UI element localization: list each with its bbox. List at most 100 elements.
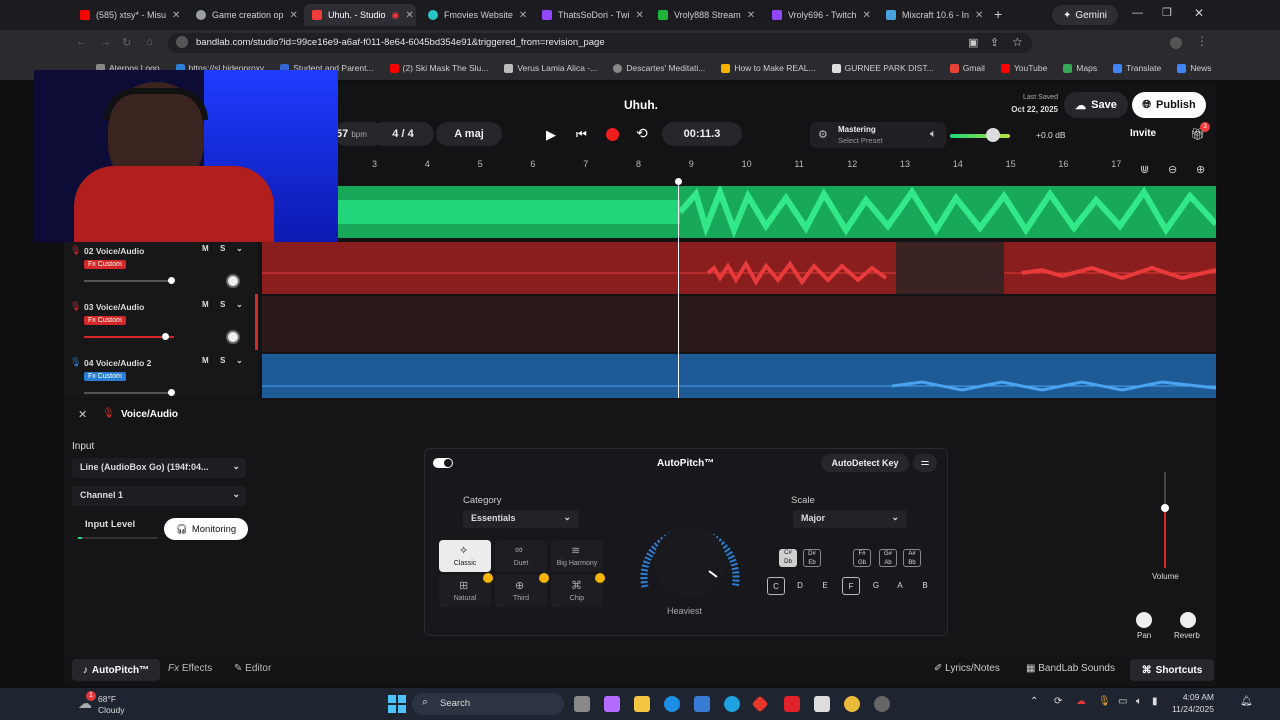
mastering-button[interactable]: ⚙ Mastering Select Preset (810, 122, 946, 148)
notifications-bell-icon[interactable]: 🔔︎ (1240, 696, 1253, 707)
pan-knob[interactable] (1136, 612, 1152, 628)
new-tab-icon[interactable]: + (994, 6, 1002, 22)
bookmark-star-icon[interactable]: ☆ (1012, 35, 1023, 49)
autodetect-key-button[interactable]: AutoDetect Key (821, 454, 909, 472)
key-g-sharp[interactable]: G# Ab (879, 549, 897, 567)
style-natural-button[interactable]: ⊞ Natural (439, 573, 493, 607)
close-tab-icon[interactable]: ✕ (519, 10, 527, 21)
tab-twitch-dori[interactable]: ThatsSoDori - Twi ✕ (534, 4, 646, 26)
close-tab-icon[interactable]: ✕ (405, 10, 413, 21)
scale-select[interactable]: Major ⌄ (793, 510, 907, 528)
key-g[interactable]: G (867, 577, 885, 595)
clock-time[interactable]: 4:09 AM (1162, 692, 1214, 702)
close-tab-icon[interactable]: ✕ (747, 10, 755, 21)
style-third-button[interactable]: ⊕ Third (495, 573, 549, 607)
key-field[interactable]: A maj (436, 122, 502, 146)
solo-button[interactable]: S (220, 300, 225, 309)
solo-button[interactable]: S (220, 244, 225, 253)
mute-button[interactable]: M (202, 356, 209, 365)
record-icon[interactable] (606, 128, 619, 141)
clock-date[interactable]: 11/24/2025 (1156, 704, 1214, 714)
profile-avatar[interactable] (1170, 37, 1182, 49)
close-tab-icon[interactable]: ✕ (863, 10, 871, 21)
chevron-down-icon[interactable]: ⌄ (236, 300, 243, 309)
notes-app-icon[interactable] (814, 696, 830, 712)
key-d[interactable]: D (791, 577, 809, 595)
play-icon[interactable]: ▶ (546, 127, 556, 143)
track-02-region[interactable] (262, 242, 1217, 294)
chrome-icon[interactable] (844, 696, 860, 712)
back-icon[interactable]: ← (76, 36, 87, 48)
edge-icon[interactable] (664, 696, 680, 712)
key-a[interactable]: A (891, 577, 909, 595)
task-view-icon[interactable] (574, 696, 590, 712)
project-title[interactable]: Uhuh. (624, 98, 658, 112)
track-01-region[interactable] (336, 183, 1219, 239)
speaker-icon[interactable]: 🔈︎ (930, 128, 937, 141)
tab-mixcraft[interactable]: Mixcraft 10.6 - In ✕ (878, 4, 990, 26)
playhead[interactable] (678, 180, 679, 398)
bookmark-item[interactable]: Verus Lamia Alica -... (504, 63, 597, 73)
tab-vroly888[interactable]: Vroly888 Stream ✕ (650, 4, 762, 26)
track-volume-fader[interactable] (84, 277, 175, 284)
close-tab-icon[interactable]: ✕ (635, 10, 643, 21)
track-03-lane[interactable] (262, 296, 1216, 352)
bookmark-item[interactable]: YouTube (1000, 63, 1047, 73)
fx-custom-badge[interactable]: Fx Custom (84, 260, 126, 269)
timeline-ruler[interactable]: 3 4 5 6 7 8 9 10 11 12 13 14 15 16 17 (336, 155, 1156, 175)
bookmark-item[interactable]: (2) Ski Mask The Slu... (389, 63, 488, 73)
forward-icon[interactable]: → (100, 36, 111, 48)
close-panel-icon[interactable]: ✕ (78, 408, 87, 421)
recording-app-icon[interactable] (874, 696, 890, 712)
key-c[interactable]: C (767, 577, 785, 595)
shortcuts-button[interactable]: ⌘ Shortcuts (1130, 659, 1214, 681)
playhead-handle[interactable] (675, 178, 682, 185)
tab-editor[interactable]: ✎ Editor (234, 663, 271, 674)
input-device-select[interactable]: Line (AudioBox Go) (194f:04... ⌄ (72, 458, 246, 478)
tray-sync-icon[interactable]: ⟳ (1054, 696, 1062, 707)
bookmark-item[interactable]: Translate (1113, 63, 1161, 73)
tab-fmovies[interactable]: Fmovies Website ✕ (420, 4, 532, 26)
key-e[interactable]: E (816, 577, 834, 595)
key-c-sharp[interactable]: C# Db (779, 549, 797, 567)
master-volume-knob[interactable] (986, 128, 1000, 142)
loop-icon[interactable]: ⟲ (636, 125, 648, 142)
invite-button[interactable]: Invite (1130, 128, 1156, 139)
wifi-icon[interactable]: ▭ (1118, 696, 1127, 707)
close-tab-icon[interactable]: ✕ (290, 10, 298, 21)
style-big-harmony-button[interactable]: ≋ Big Harmony (551, 540, 603, 572)
mute-button[interactable]: M (202, 244, 209, 253)
tray-cloud-icon[interactable]: ☁ (1076, 696, 1086, 707)
style-duet-button[interactable]: ∞ Duet (495, 540, 547, 572)
solo-button[interactable]: S (220, 356, 225, 365)
key-a-sharp[interactable]: A# Bb (903, 549, 921, 567)
tray-mic-icon[interactable]: 🎙︎ (1098, 696, 1111, 707)
bookmark-item[interactable]: Descartes' Meditati... (613, 63, 705, 73)
save-button[interactable]: ☁ Save (1064, 92, 1128, 118)
track-04-region[interactable] (262, 354, 1217, 398)
volume-icon[interactable]: 🔈︎ (1136, 696, 1142, 707)
site-info-icon[interactable] (176, 36, 188, 48)
reload-icon[interactable]: ↻ (122, 36, 131, 49)
tab-effects[interactable]: Fx Effects (168, 663, 212, 674)
snap-magnet-icon[interactable]: ⋓ (1140, 163, 1149, 176)
tab-bandlab-studio[interactable]: Uhuh. - Studio ◉ ✕ (304, 4, 416, 26)
maximize-icon[interactable]: ❐ (1162, 6, 1172, 19)
fader-handle[interactable] (168, 277, 175, 284)
close-tab-icon[interactable]: ✕ (975, 10, 983, 21)
install-app-icon[interactable]: ▣ (968, 36, 978, 49)
fader-handle[interactable] (162, 333, 169, 340)
app-icon[interactable] (724, 696, 740, 712)
reverb-knob[interactable] (1180, 612, 1196, 628)
track-header-04[interactable]: 🎙︎ 04 Voice/Audio 2 Fx Custom M S ⌄ (64, 350, 258, 406)
key-d-sharp[interactable]: D# Eb (803, 549, 821, 567)
monitoring-button[interactable]: 🎧︎ Monitoring (164, 518, 248, 540)
bookmark-item[interactable]: Gmail (949, 63, 985, 73)
key-b[interactable]: B (916, 577, 934, 595)
skip-back-icon[interactable]: ⏮ (576, 127, 587, 142)
master-volume-meter[interactable] (950, 134, 1010, 138)
channel-select[interactable]: Channel 1 ⌄ (72, 486, 246, 506)
windows-start-icon[interactable] (388, 695, 406, 713)
bookmark-item[interactable]: News (1177, 63, 1211, 73)
show-hidden-icons[interactable]: ⌃ (1030, 696, 1038, 707)
